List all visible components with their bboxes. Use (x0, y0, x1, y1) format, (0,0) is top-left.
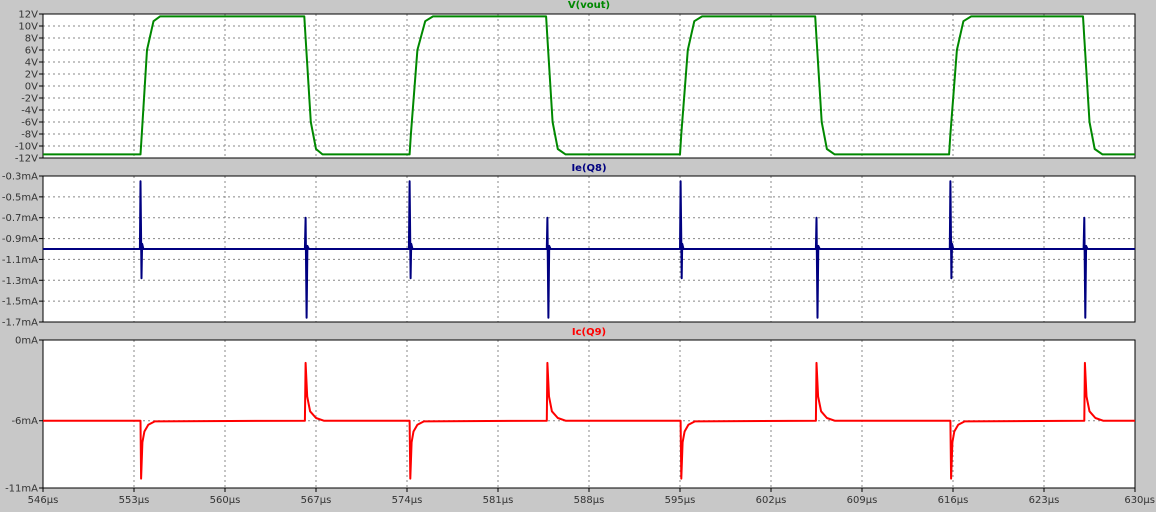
y-tick-label: -0.9mA (2, 234, 38, 245)
y-tick-label: -1.7mA (2, 318, 38, 329)
y-tick-label: 12V (18, 10, 38, 21)
x-tick-label: 602µs (756, 495, 787, 506)
y-tick-label: -0.7mA (2, 213, 38, 224)
x-tick-label: 546µs (28, 495, 59, 506)
y-tick-label: -1.5mA (2, 297, 38, 308)
y-tick-label: 4V (25, 58, 38, 69)
x-tick-label: 630µs (1124, 495, 1155, 506)
y-tick-label: -6V (21, 118, 38, 129)
pane-ie-q8-title: Ie(Q8) (571, 163, 606, 174)
y-tick-label: -8V (21, 130, 38, 141)
y-tick-label: 8V (25, 34, 38, 45)
pane-ie-q8[interactable]: -0.3mA -0.5mA -0.7mA -0.9mA -1.1mA -1.3mA -1.5… (2, 163, 1136, 329)
y-tick-label: 6V (25, 46, 38, 57)
x-tick-label: 616µs (938, 495, 969, 506)
pane-ic-q9-title: Ic(Q9) (572, 327, 606, 338)
y-tick-label: -2V (21, 94, 38, 105)
y-tick-label: 10V (18, 22, 38, 33)
y-tick-label: -12V (15, 154, 38, 165)
x-tick-label: 581µs (483, 495, 514, 506)
x-tick-label: 553µs (119, 495, 150, 506)
x-tick-label: 595µs (665, 495, 696, 506)
y-tick-label: -6mA (11, 416, 38, 427)
y-tick-label: -10V (15, 142, 38, 153)
pane-ic-q9[interactable]: 0mA -6mA -11mA Ic(Q9) (5, 327, 1136, 495)
waveform-viewer[interactable]: 12V10V8V6V4V2V0V-2V-4V-6V-8V-10V-12V V(v… (0, 0, 1156, 512)
y-tick-label: -4V (21, 106, 38, 117)
x-tick-label: 574µs (392, 495, 423, 506)
x-tick-label: 609µs (847, 495, 878, 506)
y-tick-label: 0mA (15, 336, 38, 347)
x-tick-label: 560µs (210, 495, 241, 506)
y-tick-label: 0V (25, 82, 38, 93)
pane-vout[interactable]: 12V10V8V6V4V2V0V-2V-4V-6V-8V-10V-12V V(v… (15, 0, 1136, 165)
y-tick-label: -0.5mA (2, 192, 38, 203)
x-tick-label: 588µs (574, 495, 605, 506)
y-tick-label: -1.1mA (2, 255, 38, 266)
y-tick-label: -0.3mA (2, 172, 38, 183)
pane-vout-title: V(vout) (568, 0, 610, 11)
x-tick-label: 567µs (301, 495, 332, 506)
y-tick-label: -1.3mA (2, 276, 38, 287)
x-tick-label: 623µs (1029, 495, 1060, 506)
y-tick-label: 2V (25, 70, 38, 81)
y-tick-label: -11mA (5, 484, 38, 495)
